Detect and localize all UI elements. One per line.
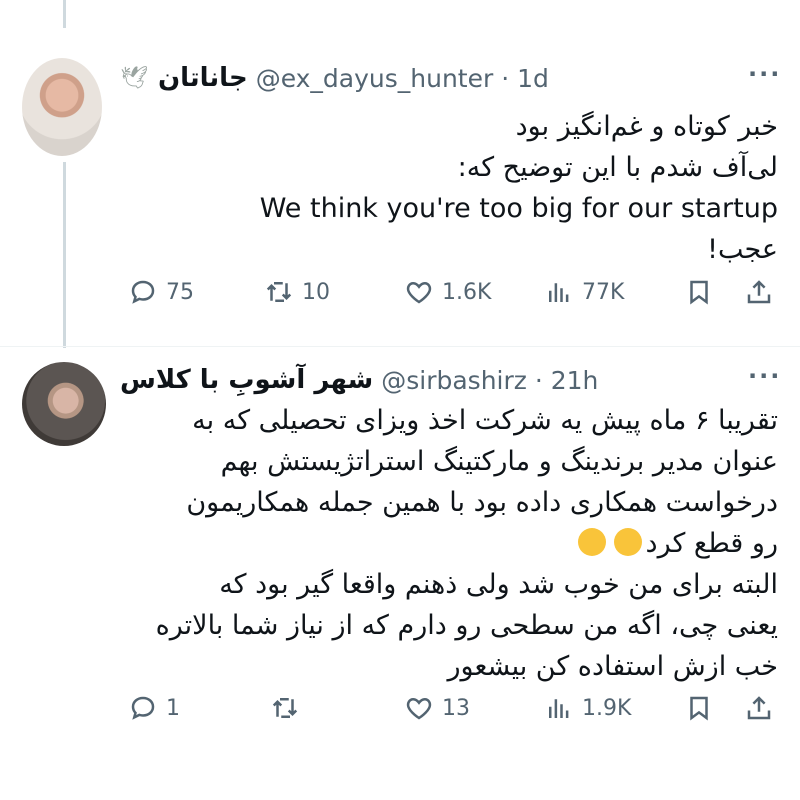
retweet-count: 10 (302, 279, 330, 305)
tweet-line: درخواست همکاری داده بود با همین جمله همک… (186, 487, 778, 518)
bookmark-button[interactable] (684, 270, 714, 314)
views-icon (549, 699, 569, 718)
retweet-button[interactable] (270, 686, 300, 730)
share-icon (747, 280, 771, 304)
tweet-text: تقریبا ۶ ماه پیش یه شرکت اخذ ویزای تحصیل… (128, 400, 778, 687)
retweet-button[interactable]: 10 (264, 270, 330, 314)
views-icon (549, 283, 569, 302)
like-button[interactable]: 13 (404, 686, 470, 730)
more-icon[interactable]: ··· (748, 60, 781, 88)
reply-count: 75 (166, 279, 194, 305)
views-button[interactable]: 77K (544, 270, 624, 314)
reply-count: 1 (166, 695, 180, 721)
avatar[interactable] (22, 58, 102, 156)
reply-button[interactable]: 1 (128, 686, 180, 730)
tweet-line: یعنی چی، اگه من سطحی رو دارم که از نیاز … (155, 610, 778, 641)
tweet-header: شهر آشوبِ با کلاس @sirbashirz · 21h (120, 360, 598, 400)
tweet-text: خبر کوتاه و غم‌انگیز بود لی‌آف شدم با ای… (138, 106, 778, 270)
views-count: 77K (582, 279, 625, 305)
share-button[interactable] (744, 686, 774, 730)
tweet-line: تقریبا ۶ ماه پیش یه شرکت اخذ ویزای تحصیل… (192, 405, 778, 436)
share-icon (747, 696, 771, 720)
more-icon[interactable]: ··· (748, 362, 781, 390)
tweet-line: خب ازش استفاده کن بیشعور (447, 651, 778, 682)
bookmark-button[interactable] (684, 686, 714, 730)
display-name[interactable]: جاناتان (158, 63, 248, 93)
tweet-header: 🕊 جاناتان @ex_dayus_hunter · 1d (120, 58, 549, 98)
reply-icon (131, 696, 155, 720)
face-emoji-icon (613, 528, 642, 556)
display-name[interactable]: شهر آشوبِ با کلاس (120, 365, 373, 395)
retweet-icon (272, 698, 298, 718)
retweet-icon (266, 282, 292, 302)
tweet-line: عنوان مدیر برندینگ و مارکتینگ استراتژیست… (220, 446, 778, 477)
tweet-line: عجب! (707, 234, 778, 265)
like-count: 1.6K (442, 279, 492, 305)
reply-icon (131, 280, 155, 304)
like-count: 13 (442, 695, 470, 721)
thread-line-top (63, 0, 66, 28)
handle[interactable]: @sirbashirz · 21h (381, 366, 598, 395)
like-button[interactable]: 1.6K (404, 270, 491, 314)
bookmark-icon (690, 696, 708, 721)
tweet-line: رو قطع کرد (645, 528, 778, 559)
bookmark-icon (690, 280, 708, 305)
face-emoji-icon (577, 528, 606, 556)
tweet-line: We think you're too big for our startup (259, 193, 778, 224)
heart-icon (406, 697, 432, 720)
views-count: 1.9K (582, 695, 632, 721)
tweet-line: البته برای من خوب شد ولی ذهنم واقعا گیر … (219, 569, 778, 600)
handle[interactable]: @ex_dayus_hunter · 1d (256, 64, 549, 93)
heart-icon (406, 281, 432, 304)
tweet-actions: 1 13 1.9K (0, 686, 800, 730)
share-button[interactable] (744, 270, 774, 314)
tweet-line: خبر کوتاه و غم‌انگیز بود (515, 111, 778, 142)
views-button[interactable]: 1.9K (544, 686, 631, 730)
divider (0, 346, 800, 347)
dove-icon: 🕊 (120, 65, 148, 91)
thread-line (63, 162, 66, 348)
tweet-actions: 75 10 1.6K 77K (0, 270, 800, 314)
avatar[interactable] (22, 362, 106, 446)
tweet-line: لی‌آف شدم با این توضیح که: (457, 152, 778, 183)
tweet-line-with-emoji: رو قطع کرد (128, 523, 778, 564)
reply-button[interactable]: 75 (128, 270, 194, 314)
